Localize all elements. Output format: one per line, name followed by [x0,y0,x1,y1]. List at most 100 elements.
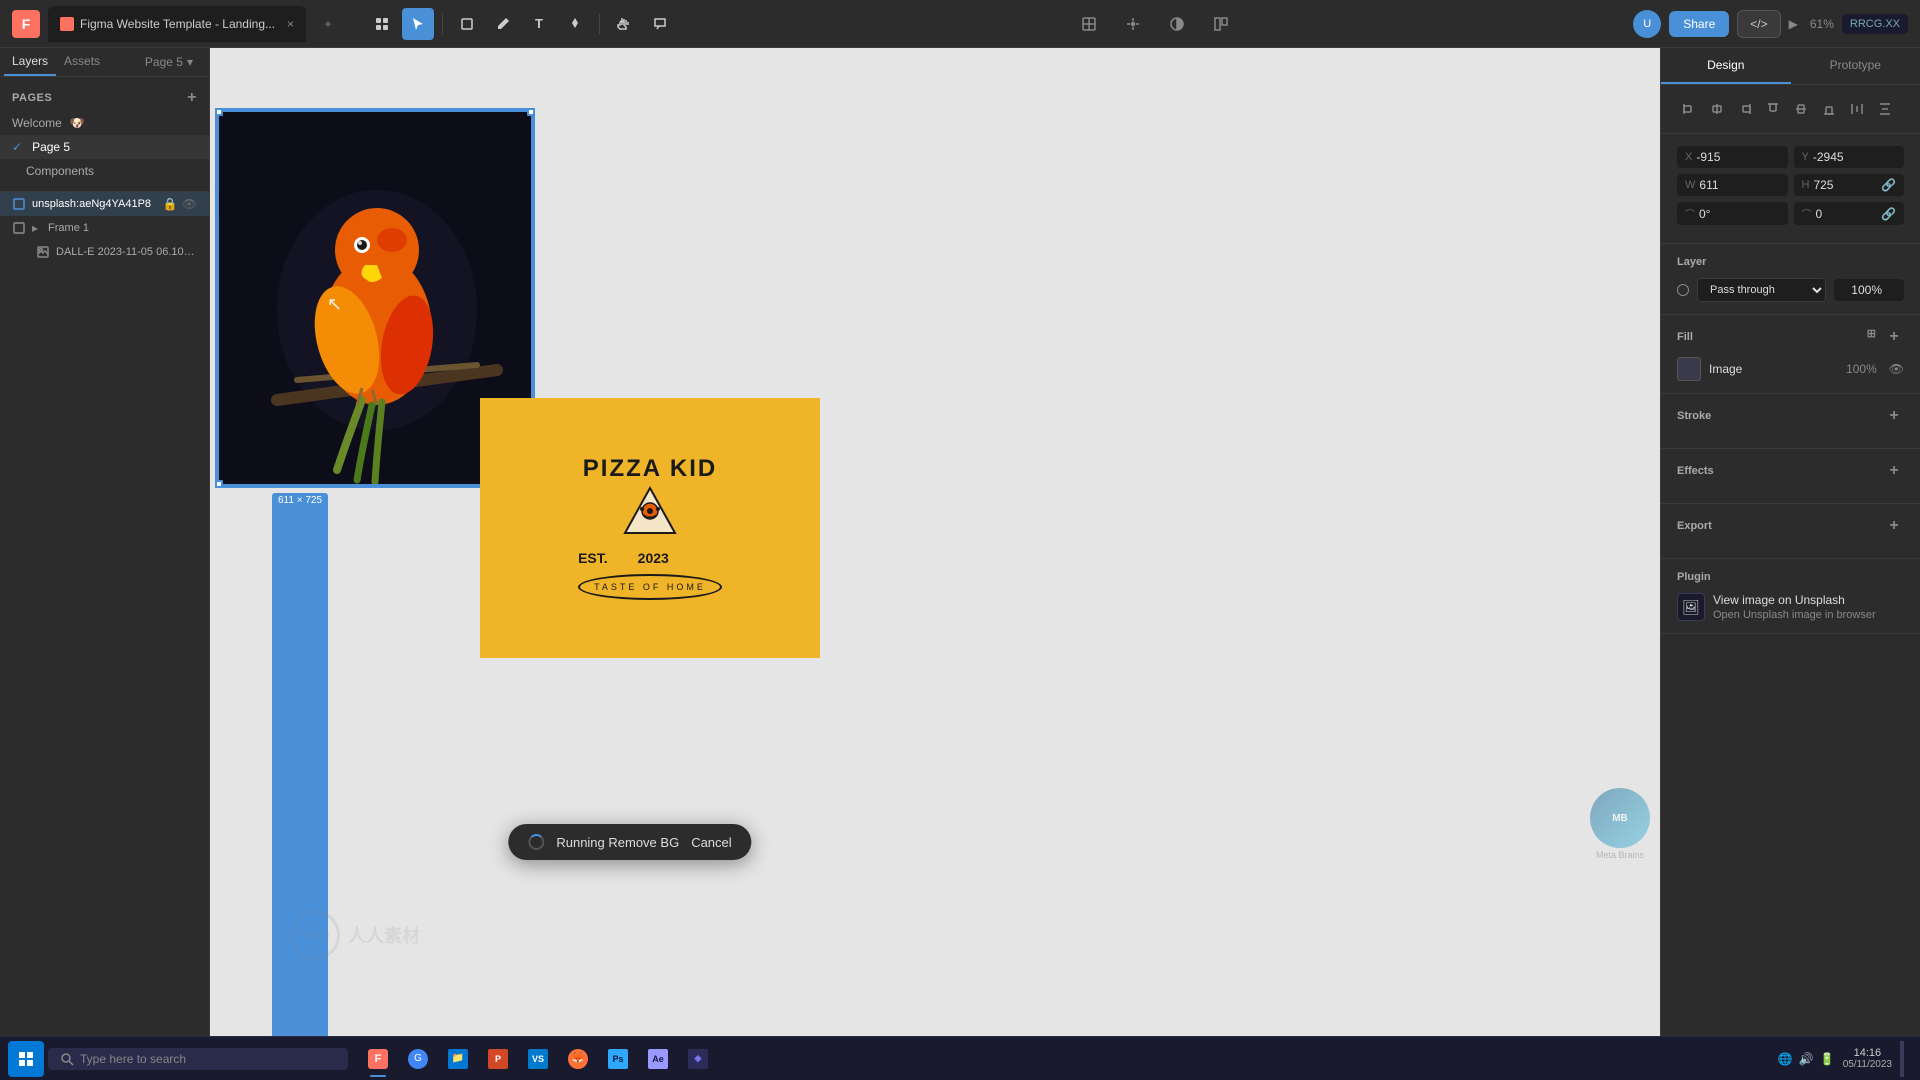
layer-item-unsplash[interactable]: unsplash:aeNg4YA41P8 🔒 👁 [0,192,209,216]
x-input[interactable] [1696,150,1779,164]
align-top-btn[interactable] [1761,97,1785,121]
align-middle-btn[interactable] [1789,97,1813,121]
eye-icon[interactable]: 👁 [182,197,197,211]
corner-input-wrap[interactable]: ⌒ 🔗 [1794,202,1905,225]
inspect-icon[interactable] [1207,10,1235,38]
taskbar-app-firefox[interactable]: 🦊 [560,1041,596,1077]
grid-icon[interactable] [1119,10,1147,38]
volume-icon[interactable]: 🔊 [1799,1052,1814,1066]
lock-corner-btn[interactable]: 🔗 [1881,207,1896,221]
canvas-area[interactable]: ↖ 611 × 725 Frame 1 PIZZA KID [210,48,1660,1080]
tab-title: Figma Website Template - Landing... [80,17,275,31]
taskbar-app-powerpoint[interactable]: P [480,1041,516,1077]
toolbar-right: U Share </> ▶ 61% RRCG.XX [1633,10,1908,38]
align-right-btn[interactable] [1733,97,1757,121]
fill-opacity[interactable]: 100% [1846,362,1877,376]
pizza-years-row: EST. 2023 [578,550,722,566]
layer-item-frame1[interactable]: ▸ Frame 1 [0,216,209,240]
opacity-input[interactable] [1842,283,1882,297]
distribute-h-btn[interactable] [1845,97,1869,121]
code-view-button[interactable]: </> [1737,10,1780,38]
select-tool[interactable] [402,8,434,40]
zoom-level[interactable]: 61% [1810,17,1834,31]
angle-input-wrap[interactable]: ⌒ [1677,202,1788,225]
taskbar-app-ae[interactable]: Ae [640,1041,676,1077]
y-input[interactable] [1813,150,1896,164]
add-stroke-btn[interactable]: + [1884,406,1904,426]
align-left-btn[interactable] [1677,97,1701,121]
blend-mode-select[interactable]: Pass through [1697,278,1826,302]
frame-tool[interactable] [451,8,483,40]
effects-section: Effects + [1661,449,1920,504]
layer-frame-icon [12,197,26,211]
taskbar-search[interactable]: Type here to search [48,1048,348,1070]
taskbar-clock[interactable]: 14:16 05/11/2023 [1843,1047,1892,1070]
plugin-name[interactable]: View image on Unsplash [1713,593,1876,607]
remove-bg-cancel-btn[interactable]: Cancel [691,835,731,850]
fill-eye-btn[interactable]: 👁 [1889,362,1904,376]
user-avatar[interactable]: U [1633,10,1661,38]
taskbar-app-figma2[interactable]: ◈ [680,1041,716,1077]
component-tool[interactable] [559,8,591,40]
y-input-wrap[interactable]: Y [1794,146,1905,168]
comment-tool[interactable] [644,8,676,40]
frame1-chevron[interactable]: ▸ [32,221,38,235]
play-button[interactable]: ▶ [1789,17,1798,31]
battery-icon[interactable]: 🔋 [1820,1052,1835,1066]
taskbar-app-browser[interactable]: G [400,1041,436,1077]
tab-layers[interactable]: Layers [4,48,56,76]
add-effect-btn[interactable]: + [1884,461,1904,481]
layer-item-dalle[interactable]: DALL-E 2023-11-05 06.10.01 - ... [0,240,209,264]
angle-input[interactable] [1699,207,1780,221]
share-button[interactable]: Share [1669,11,1729,37]
lock-icon[interactable]: 🔒 [163,197,178,211]
taskbar-right: 🌐 🔊 🔋 14:16 05/11/2023 [1778,1041,1912,1077]
corner-input[interactable] [1816,207,1878,221]
constraints-icon[interactable] [1075,10,1103,38]
add-page-btn[interactable]: + [187,89,197,107]
add-fill-btn[interactable]: + [1884,327,1904,347]
taskbar-app-photoshop[interactable]: Ps [600,1041,636,1077]
w-input-wrap[interactable]: W [1677,174,1788,196]
tab-design[interactable]: Design [1661,48,1791,84]
new-tab-btn[interactable]: + [314,10,342,38]
page-item-components[interactable]: Components [0,159,209,183]
tab-assets[interactable]: Assets [56,48,108,76]
align-center-h-btn[interactable] [1705,97,1729,121]
tab-prototype[interactable]: Prototype [1791,48,1920,84]
figma-logo[interactable]: F [12,10,40,38]
browser-tab-active[interactable]: Figma Website Template - Landing... × [48,6,306,42]
align-row [1677,97,1904,121]
w-input[interactable] [1699,178,1779,192]
frame-pizza[interactable]: PIZZA KID EST. 2023 [480,398,820,658]
opacity-wrap[interactable] [1834,279,1904,301]
page-active-check: ✓ [12,140,22,154]
x-input-wrap[interactable]: X [1677,146,1788,168]
taskbar-app-figma[interactable]: F [360,1041,396,1077]
lock-ratio-btn[interactable]: 🔗 [1881,178,1896,192]
distribute-v-btn[interactable] [1873,97,1897,121]
taskbar-search-text: Type here to search [80,1052,186,1066]
fill-swatch[interactable] [1677,357,1701,381]
contrast-icon[interactable] [1163,10,1191,38]
page-item-page5[interactable]: ✓ Page 5 [0,135,209,159]
fill-grid-icon[interactable]: ⊞ [1867,327,1876,347]
network-icon[interactable]: 🌐 [1778,1052,1793,1066]
page-selector[interactable]: Page 5 ▾ [133,49,205,75]
text-tool[interactable]: T [523,8,555,40]
hand-tool[interactable] [608,8,640,40]
show-desktop-btn[interactable] [1900,1041,1904,1077]
h-input-wrap[interactable]: H 🔗 [1794,174,1905,196]
tab-close-btn[interactable]: × [287,17,294,31]
page-item-welcome[interactable]: Welcome 🐶 [0,111,209,135]
fill-type: Image [1709,362,1838,376]
canvas-background: ↖ 611 × 725 Frame 1 PIZZA KID [210,48,1660,1080]
taskbar-app-explorer[interactable]: 📁 [440,1041,476,1077]
menu-tool[interactable] [366,8,398,40]
start-button[interactable] [8,1041,44,1077]
pen-tool[interactable] [487,8,519,40]
taskbar-app-vscode[interactable]: VS [520,1041,556,1077]
add-export-btn[interactable]: + [1884,516,1904,536]
h-input[interactable] [1813,178,1873,192]
align-bottom-btn[interactable] [1817,97,1841,121]
